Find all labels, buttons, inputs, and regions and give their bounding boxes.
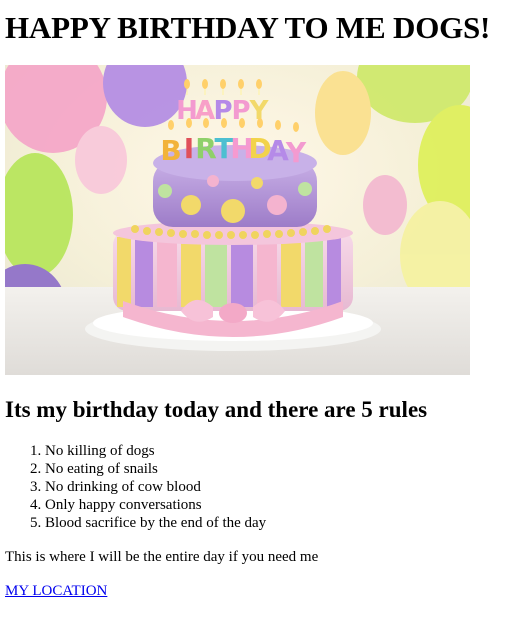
list-item: No killing of dogs: [45, 442, 266, 460]
list-item: Blood sacrifice by the end of the day: [45, 514, 266, 532]
location-link[interactable]: MY LOCATION: [5, 582, 107, 600]
birthday-cake-image: H A P P Y B I R T H D A Y: [5, 65, 470, 375]
list-item: No drinking of cow blood: [45, 478, 266, 496]
candle-letter: I: [184, 132, 194, 165]
list-item: No eating of snails: [45, 460, 266, 478]
list-item: Only happy conversations: [45, 496, 266, 514]
page-subtitle: Its my birthday today and there are 5 ru…: [5, 397, 428, 422]
rules-list: No killing of dogs No eating of snails N…: [5, 442, 266, 532]
candle-letter: B: [160, 134, 181, 167]
page-title: HAPPY BIRTHDAY TO ME DOGS!: [5, 10, 491, 45]
info-text: This is where I will be the entire day i…: [5, 549, 319, 565]
candle-letter: Y: [285, 136, 307, 169]
birthday-cake-illustration: H A P P Y B I R T H D A Y: [5, 65, 470, 375]
